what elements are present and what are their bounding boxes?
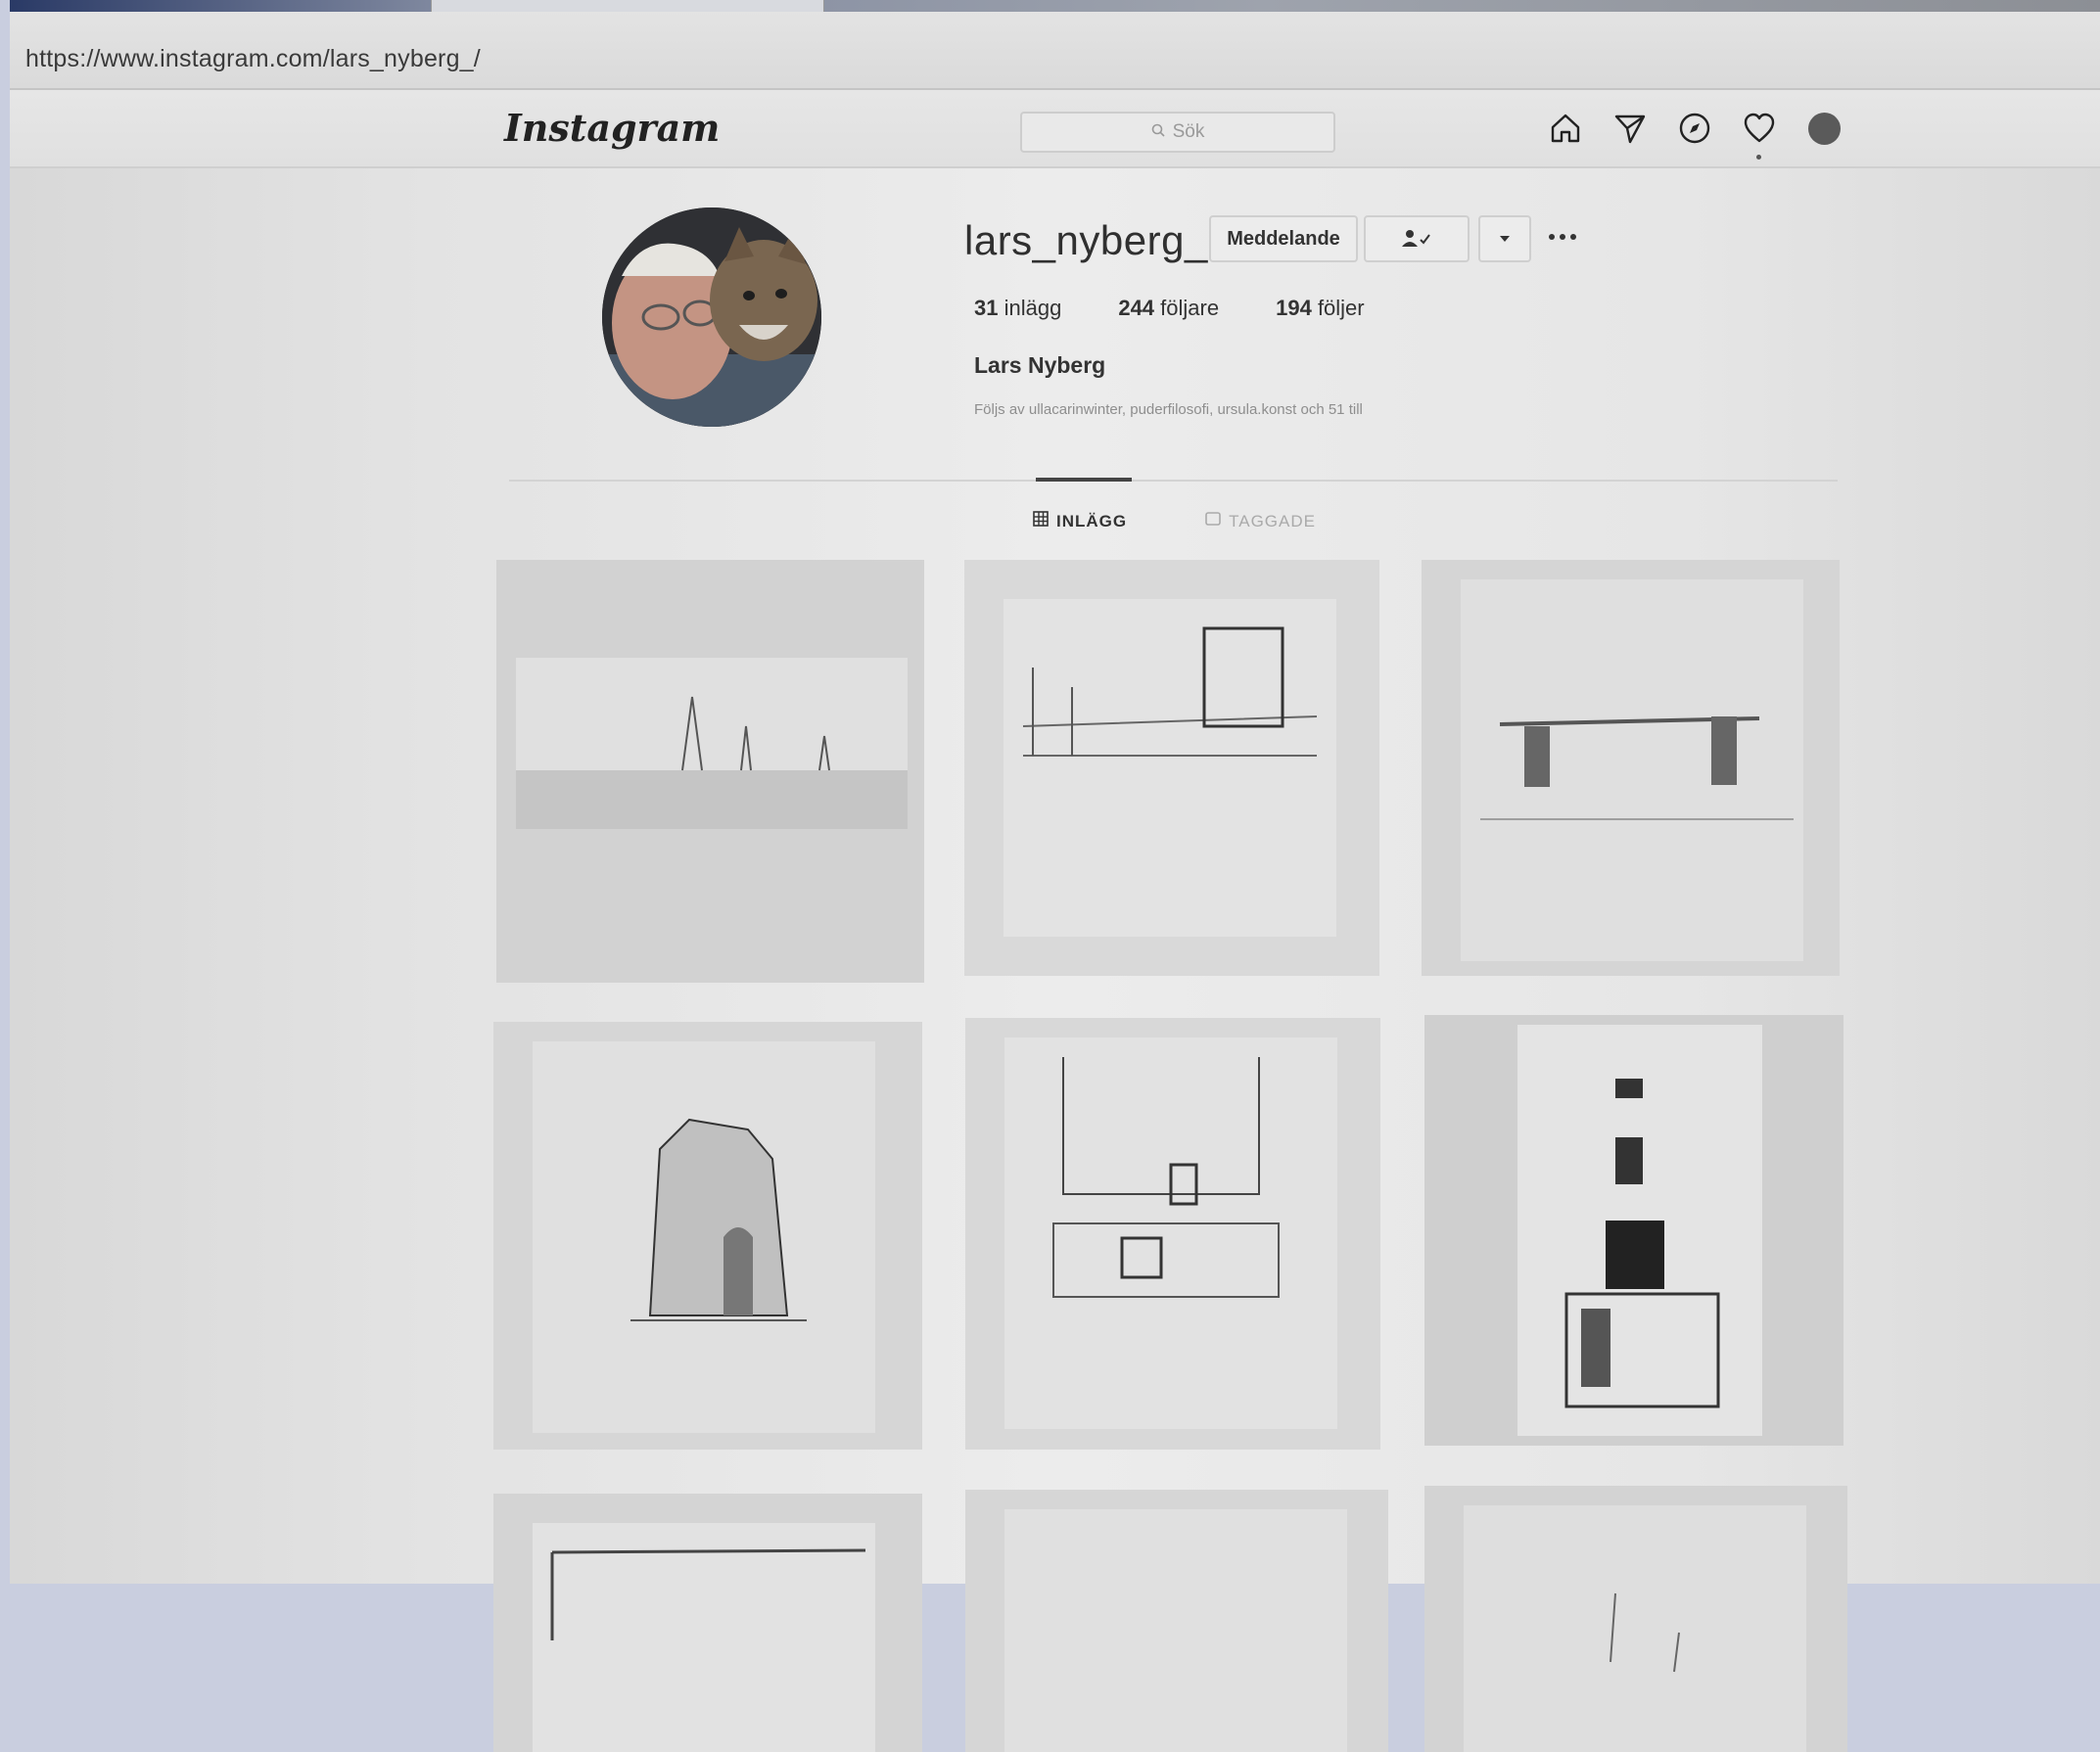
stat-followers[interactable]: 244 följare [1118, 296, 1219, 321]
tab-tagged[interactable]: TAGGADE [1205, 511, 1316, 531]
post-thumbnail[interactable] [964, 560, 1379, 976]
profile-avatar-large[interactable] [602, 207, 821, 427]
browser-tab-bar [10, 0, 2100, 12]
profile-username: lars_nyberg_ [964, 217, 1208, 263]
following-button[interactable] [1364, 215, 1470, 262]
post-thumbnail[interactable] [1424, 1015, 1843, 1446]
tag-icon [1205, 511, 1221, 531]
monitor-frame: https://www.instagram.com/lars_nyberg_/ … [10, 0, 2100, 1752]
stat-following[interactable]: 194 följer [1276, 296, 1365, 321]
profile-full-name: Lars Nyberg [974, 352, 1106, 378]
instagram-logo[interactable]: Instagram [504, 106, 720, 150]
post-thumbnail[interactable] [965, 1018, 1380, 1450]
explore-icon[interactable] [1676, 110, 1713, 147]
search-input[interactable]: Sök [1020, 112, 1335, 153]
post-thumbnail[interactable] [1422, 560, 1840, 976]
search-placeholder: Sök [1172, 121, 1205, 142]
address-url[interactable]: https://www.instagram.com/lars_nyberg_/ [25, 45, 481, 73]
profile-avatar[interactable] [1805, 110, 1843, 147]
address-bar[interactable]: https://www.instagram.com/lars_nyberg_/ [10, 12, 2100, 90]
tab-posts[interactable]: INLÄGG [1033, 511, 1127, 531]
active-tab-indicator [1036, 478, 1132, 482]
profile-stats: 31 inlägg 244 följare 194 följer [974, 296, 1365, 321]
post-thumbnail[interactable] [493, 1494, 922, 1752]
profile-divider [509, 480, 1838, 482]
post-thumbnail[interactable] [493, 1022, 922, 1450]
post-thumbnail[interactable] [965, 1490, 1388, 1752]
post-thumbnail[interactable] [1424, 1486, 1847, 1752]
instagram-header: Instagram Sök [10, 90, 2100, 168]
chevron-down-icon[interactable] [1478, 215, 1531, 262]
profile-tabs: INLÄGG TAGGADE [1033, 511, 1316, 531]
heart-icon[interactable] [1741, 110, 1778, 147]
search-icon [1151, 121, 1165, 143]
profile-page: lars_nyberg_ Meddelande 31 inlägg 244 fö… [10, 168, 2100, 1752]
browser-tab-active[interactable] [431, 0, 824, 12]
nav-icons [1547, 110, 1843, 147]
home-icon[interactable] [1547, 110, 1584, 147]
direct-icon[interactable] [1611, 110, 1649, 147]
more-options-icon[interactable] [1549, 223, 1588, 251]
stat-posts[interactable]: 31 inlägg [974, 296, 1061, 321]
message-button[interactable]: Meddelande [1209, 215, 1358, 262]
post-thumbnail[interactable] [496, 560, 924, 983]
grid-icon [1033, 511, 1049, 531]
followed-by-text[interactable]: Följs av ullacarinwinter, puderfilosofi,… [974, 401, 1363, 418]
notification-dot [1756, 155, 1761, 160]
